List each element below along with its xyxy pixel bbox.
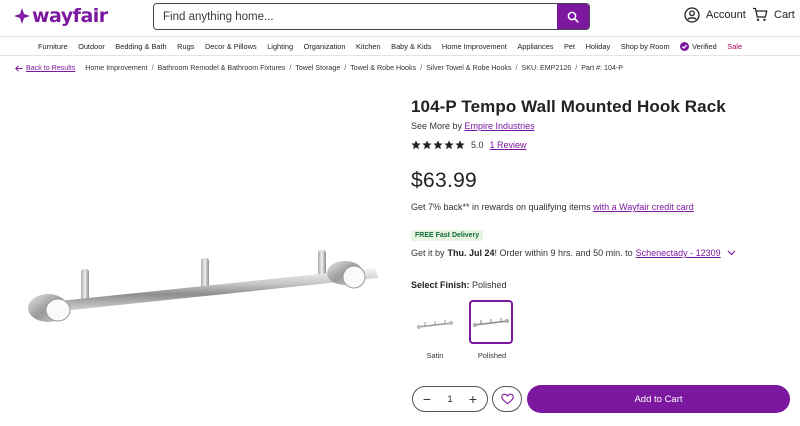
finish-label-text: Select Finish: <box>411 280 470 290</box>
star-icon <box>455 140 465 150</box>
account-icon <box>684 7 700 23</box>
quantity-stepper: − 1 + <box>412 386 488 412</box>
finish-selected-value: Polished <box>472 280 507 290</box>
product-title: 104-P Tempo Wall Mounted Hook Rack <box>411 97 726 116</box>
account-link[interactable]: Account <box>684 7 746 23</box>
delivery-countdown: ! Order within 9 hrs. and 50 min. to <box>494 248 633 258</box>
nav-item-holiday[interactable]: Holiday <box>586 42 611 51</box>
rating-value: 5.0 <box>471 140 484 150</box>
star-icon <box>411 140 421 150</box>
heart-icon <box>500 393 514 405</box>
quantity-value[interactable]: 1 <box>447 394 452 404</box>
breadcrumb-separator: / <box>151 64 154 72</box>
nav-item-appliances[interactable]: Appliances <box>517 42 553 51</box>
star-icon <box>433 140 443 150</box>
star-icon <box>422 140 432 150</box>
product-price: $63.99 <box>411 169 478 192</box>
product-image[interactable] <box>20 240 390 340</box>
breadcrumb-separator: / <box>515 64 518 72</box>
search-icon <box>567 11 579 23</box>
nav-item-sale[interactable]: Sale <box>727 42 742 51</box>
search-input[interactable] <box>154 4 557 29</box>
reviews-link[interactable]: 1 Review <box>490 140 527 150</box>
verified-label: Verified <box>692 41 717 51</box>
see-more-by: See More by Empire Industries <box>411 121 535 131</box>
nav-item-pet[interactable]: Pet <box>564 42 575 51</box>
delivery-location-link[interactable]: Schenectady - 12309 <box>636 248 721 258</box>
nav-item-rugs[interactable]: Rugs <box>177 42 194 51</box>
part-number-text: Part #: 104-P <box>581 64 623 72</box>
delivery-info: Get it by Thu. Jul 24! Order within 9 hr… <box>411 248 736 258</box>
wayfair-logo-text: wayfair <box>32 5 108 27</box>
nav-item-kitchen[interactable]: Kitchen <box>356 42 381 51</box>
finish-swatch-satin[interactable] <box>413 302 457 346</box>
rewards-text: Get 7% back** in rewards on qualifying i… <box>411 202 694 212</box>
rewards-description: Get 7% back** in rewards on qualifying i… <box>411 202 591 212</box>
add-to-cart-button[interactable]: Add to Cart <box>527 385 790 413</box>
nav-item-lighting[interactable]: Lighting <box>267 42 293 51</box>
breadcrumb-separator: / <box>344 64 347 72</box>
cart-icon <box>753 7 768 21</box>
satin-hook-rack-thumbnail <box>417 320 453 329</box>
nav-item-bedding-bath[interactable]: Bedding & Bath <box>115 42 166 51</box>
nav-item-furniture[interactable]: Furniture <box>38 42 68 51</box>
arrow-left-icon <box>15 64 23 72</box>
breadcrumb-separator: / <box>289 64 292 72</box>
breadcrumb-item[interactable]: Towel & Robe Hooks <box>350 64 416 72</box>
verified-badge-icon <box>680 41 690 51</box>
nav-item-outdoor[interactable]: Outdoor <box>78 42 105 51</box>
decrease-quantity-button[interactable]: − <box>420 392 434 406</box>
cart-label: Cart <box>774 8 795 21</box>
credit-card-link[interactable]: with a Wayfair credit card <box>593 202 694 212</box>
finish-swatch-polished[interactable] <box>469 300 513 344</box>
free-fast-delivery-badge: FREE Fast Delivery <box>411 230 484 241</box>
search-button[interactable] <box>557 4 589 29</box>
breadcrumb-item[interactable]: Bathroom Remodel & Bathroom Fixtures <box>158 64 286 72</box>
nav-item-baby-kids[interactable]: Baby & Kids <box>391 42 431 51</box>
finish-name-polished: Polished <box>477 351 507 360</box>
cart-link[interactable]: Cart <box>752 7 795 22</box>
finish-name-satin: Satin <box>426 351 444 360</box>
star-icon <box>444 140 454 150</box>
nav-item-decor-pillows[interactable]: Decor & Pillows <box>205 42 257 51</box>
search-bar <box>153 3 590 30</box>
account-label: Account <box>706 9 746 21</box>
polished-hook-rack-thumbnail <box>473 318 509 327</box>
sku-text: SKU: EMP2126 <box>521 64 572 72</box>
increase-quantity-button[interactable]: + <box>466 392 480 406</box>
category-nav: Furniture Outdoor Bedding & Bath Rugs De… <box>0 36 800 56</box>
brand-link[interactable]: Empire Industries <box>465 121 535 131</box>
nav-item-shop-by-room[interactable]: Shop by Room <box>621 42 670 51</box>
breadcrumb-separator: / <box>420 64 423 72</box>
breadcrumb-item[interactable]: Silver Towel & Robe Hooks <box>426 64 511 72</box>
wayfair-logo-icon <box>14 8 30 24</box>
nav-item-organization[interactable]: Organization <box>304 42 346 51</box>
favorite-button[interactable] <box>492 386 522 412</box>
star-rating <box>411 140 465 150</box>
delivery-prefix: Get it by <box>411 248 445 258</box>
wayfair-logo[interactable]: wayfair <box>14 5 108 27</box>
back-to-results-label: Back to Results <box>26 64 76 72</box>
breadcrumb-separator: / <box>575 64 578 72</box>
nav-item-verified[interactable]: Verified <box>680 41 717 51</box>
breadcrumb-item[interactable]: Towel Storage <box>295 64 340 72</box>
nav-item-home-improvement[interactable]: Home Improvement <box>442 42 507 51</box>
see-more-prefix: See More by <box>411 121 463 131</box>
breadcrumb-item[interactable]: Home Improvement <box>85 64 147 72</box>
product-rating: 5.0 1 Review <box>411 140 527 150</box>
chevron-down-icon[interactable] <box>727 250 736 256</box>
finish-selector-label: Select Finish: Polished <box>411 280 507 290</box>
breadcrumb: Back to Results Home Improvement / Bathr… <box>15 64 623 72</box>
delivery-date: Thu. Jul 24 <box>447 248 495 258</box>
header: wayfair Account Cart <box>0 0 800 34</box>
back-to-results-link[interactable]: Back to Results <box>15 64 75 72</box>
